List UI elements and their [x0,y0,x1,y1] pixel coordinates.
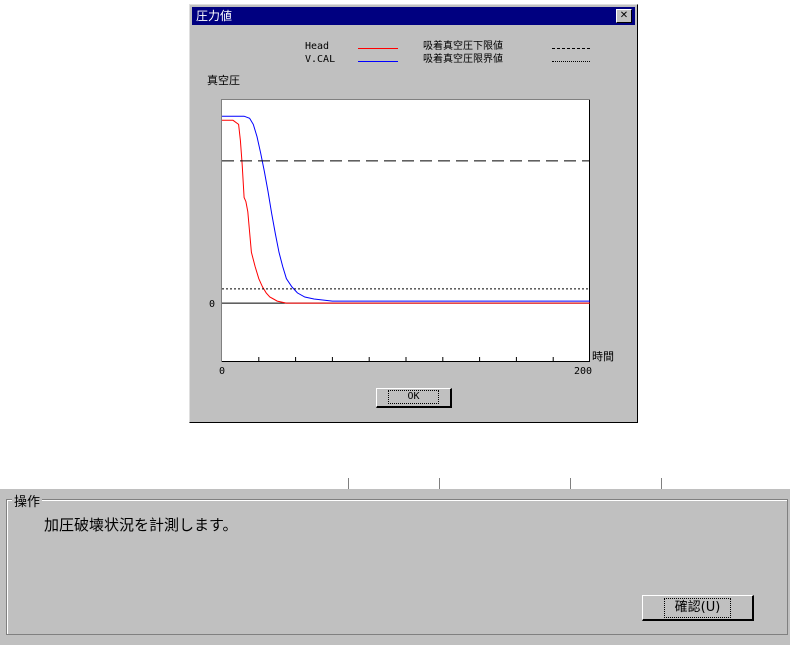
operation-group-label: 操作 [12,491,43,510]
legend-head-swatch [358,48,398,49]
operation-panel: 操作 加圧破壊状況を計測します。 確認(U) [0,489,790,645]
legend-lower-limit-swatch [552,48,590,49]
legend-limit-swatch [552,61,590,62]
legend-lower-limit-label: 吸着真空圧下限値 [423,41,503,52]
ok-button-label: OK [388,390,439,404]
pressure-dialog: 圧力値 ✕ Head V.CAL 吸着真空圧下限値 吸着真空圧限界値 真空圧 0… [189,4,638,423]
legend-vcal-label: V.CAL [305,54,336,65]
confirm-button-label: 確認(U) [663,598,732,618]
series-line-1 [222,115,590,302]
x-axis-label: 時間 [592,350,614,363]
ok-button[interactable]: OK [376,388,452,408]
series-line-0 [222,119,590,304]
legend-head-label: Head [305,41,330,52]
operation-message: 加圧破壊状況を計測します。 [44,516,238,534]
y-tick-label: 0 [209,299,216,310]
x-tick-label-min: 0 [219,366,226,377]
close-icon[interactable]: ✕ [616,9,632,23]
confirm-button[interactable]: 確認(U) [642,595,754,621]
pressure-chart [221,99,590,362]
chart-svg [222,100,590,362]
dialog-title: 圧力値 [196,9,233,23]
legend-limit-label: 吸着真空圧限界値 [423,54,503,65]
y-axis-label: 真空圧 [207,74,240,87]
dialog-titlebar: 圧力値 ✕ [192,7,635,25]
x-tick-label-max: 200 [574,366,593,377]
legend-vcal-swatch [358,61,398,62]
